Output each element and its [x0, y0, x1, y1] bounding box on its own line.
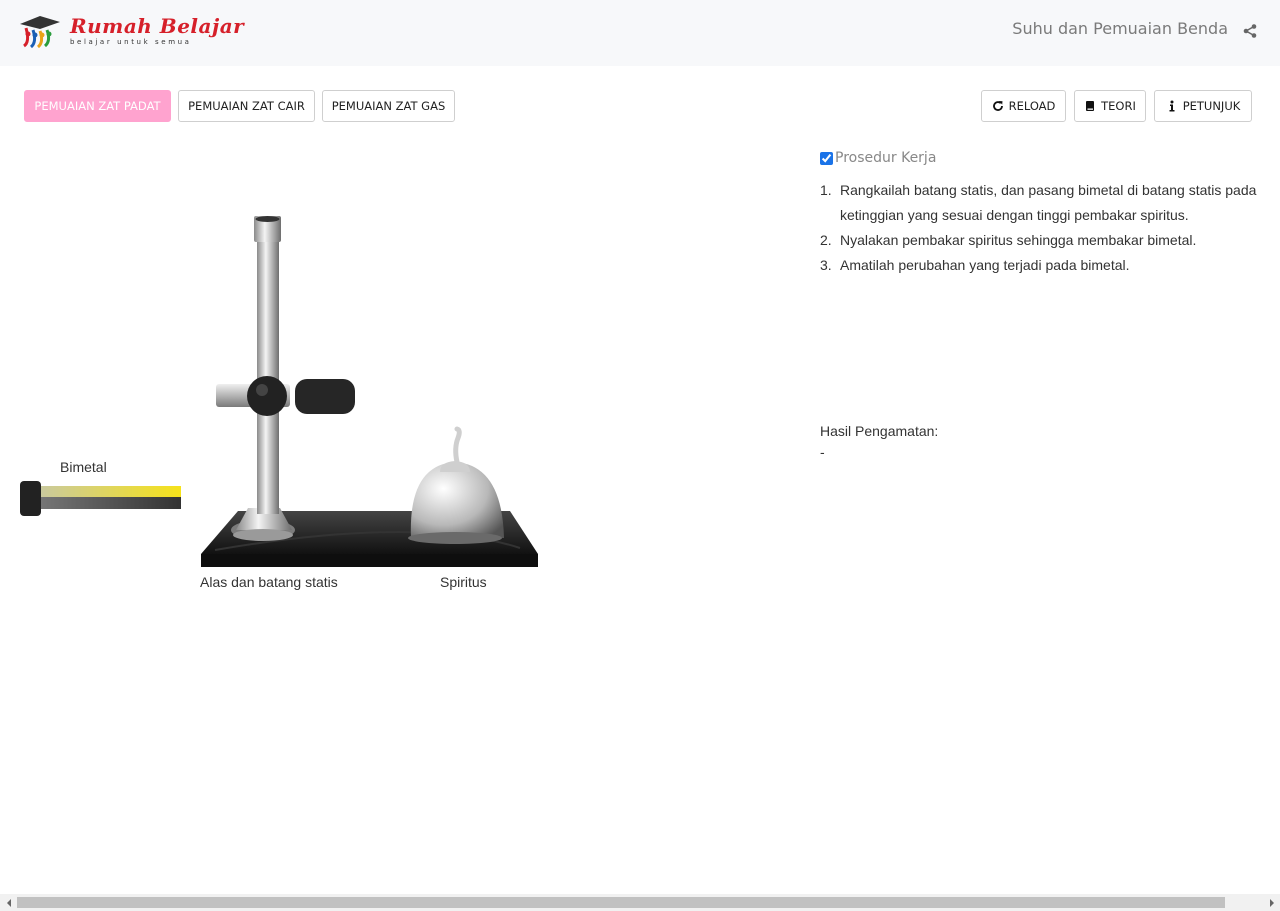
logo-mark-icon: [20, 16, 60, 49]
procedure-checkbox[interactable]: [820, 151, 833, 165]
result-value: -: [820, 444, 825, 460]
tab-pemuaian-zat-cair[interactable]: PEMUAIAN ZAT CAIR: [178, 90, 315, 122]
tab-pemuaian-zat-padat[interactable]: PEMUAIAN ZAT PADAT: [24, 90, 171, 122]
teori-button[interactable]: TEORI: [1074, 90, 1146, 122]
book-icon: [1086, 101, 1095, 111]
scroll-right-icon[interactable]: [1263, 894, 1280, 911]
logo-tagline: belajar untuk semua: [70, 38, 192, 46]
procedure-panel: Prosedur Kerja 1. Rangkailah batang stat…: [820, 150, 1265, 278]
reload-button[interactable]: RELOAD: [981, 90, 1066, 122]
spiritus-burner[interactable]: [408, 426, 504, 544]
procedure-steps: 1. Rangkailah batang statis, dan pasang …: [820, 178, 1265, 278]
scrollbar-thumb[interactable]: [17, 897, 1225, 908]
procedure-toggle[interactable]: Prosedur Kerja: [820, 150, 1265, 166]
reload-icon: [992, 101, 1003, 111]
result-label: Hasil Pengamatan:: [820, 423, 939, 439]
page-title: Suhu dan Pemuaian Benda: [1012, 19, 1228, 38]
rumah-belajar-logo[interactable]: Rumah Belajar belajar untuk semua: [18, 12, 244, 54]
list-item: 3. Amatilah perubahan yang terjadi pada …: [820, 257, 1130, 273]
tab-pemuaian-zat-gas[interactable]: PEMUAIAN ZAT GAS: [322, 90, 455, 122]
logo-title: Rumah Belajar: [70, 14, 245, 38]
petunjuk-label: PETUNJUK: [1182, 99, 1241, 113]
petunjuk-button[interactable]: PETUNJUK: [1154, 90, 1252, 122]
apparatus-drawing: [20, 216, 538, 567]
spiritus-label: Spiritus: [440, 574, 487, 590]
list-item: 1. Rangkailah batang statis, dan pasang …: [820, 182, 1257, 223]
info-icon: [1169, 100, 1175, 112]
stand-label: Alas dan batang statis: [200, 574, 338, 590]
app-header: Rumah Belajar belajar untuk semua Suhu d…: [0, 0, 1280, 66]
scroll-left-icon[interactable]: [0, 894, 17, 911]
list-item: 2. Nyalakan pembakar spiritus sehingga m…: [820, 232, 1197, 248]
reload-label: RELOAD: [1008, 99, 1056, 113]
bimetal-strip[interactable]: [20, 481, 181, 516]
procedure-title: Prosedur Kerja: [835, 150, 937, 166]
experiment-stage: Bimetal Alas dan batang statis Spiritus: [0, 140, 800, 640]
share-icon[interactable]: [1242, 23, 1258, 39]
teori-label: TEORI: [1101, 99, 1136, 113]
bimetal-label: Bimetal: [60, 459, 107, 475]
horizontal-scrollbar[interactable]: [0, 894, 1280, 911]
